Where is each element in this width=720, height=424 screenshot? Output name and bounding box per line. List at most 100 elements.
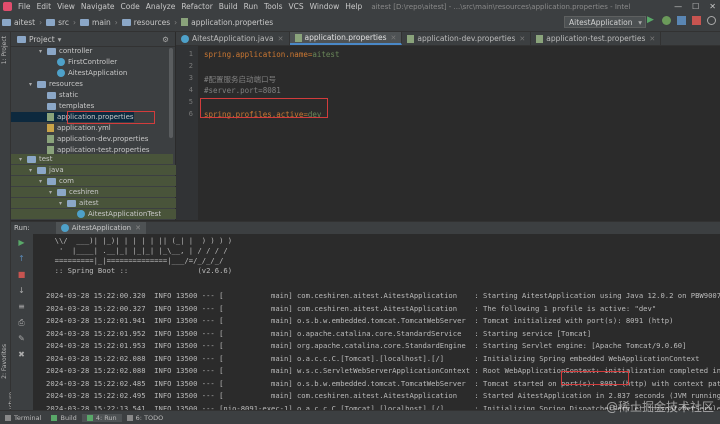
project-scrollbar[interactable] — [169, 48, 173, 138]
tree-item-label: application-test.properties — [57, 146, 150, 154]
chevron-down-icon[interactable]: ▾ — [19, 156, 27, 163]
pin-icon[interactable]: ✎ — [17, 334, 26, 343]
run-tab-bottom[interactable]: 4: Run — [81, 413, 122, 422]
tree-item[interactable]: templates — [11, 101, 94, 111]
editor-tab[interactable]: application.properties ✕ — [289, 32, 403, 45]
code-editor[interactable]: spring.application.name=aitest #配置服务启动端口号… — [198, 46, 710, 220]
todo-tab[interactable]: 6: TODO — [122, 414, 169, 422]
menu-help[interactable]: Help — [342, 2, 365, 11]
breadcrumb-item-resources[interactable]: resources — [134, 18, 170, 27]
chevron-down-icon[interactable]: ▾ — [39, 48, 47, 55]
favorites-tool-tab[interactable]: 2: Favorites — [1, 344, 8, 379]
tree-item[interactable]: application-dev.properties — [11, 134, 148, 144]
menu-file[interactable]: File — [15, 2, 34, 11]
close-icon[interactable]: ✕ — [391, 34, 397, 42]
menu-window[interactable]: Window — [307, 2, 343, 11]
coverage-icon[interactable] — [677, 16, 686, 25]
editor-tab[interactable]: AitestApplication.java ✕ — [176, 32, 290, 45]
tree-item-label: FirstController — [68, 58, 118, 66]
terminal-tab[interactable]: Terminal — [0, 414, 46, 422]
soft-wrap-icon[interactable]: ≡ — [17, 302, 26, 311]
run-toolbar: ▶ ↑ ■ ↓ ≡ ⎙ ✎ ✖ — [11, 234, 33, 410]
terminal-icon — [5, 414, 11, 421]
chevron-down-icon: ▾ — [638, 17, 642, 27]
run-tab[interactable]: AitestApplication ✕ — [55, 222, 146, 234]
run-configuration-select[interactable]: AitestApplication ▾ — [564, 16, 646, 28]
search-icon[interactable] — [707, 16, 716, 25]
chevron-down-icon[interactable]: ▾ — [39, 178, 47, 185]
tree-item[interactable]: ▾ ceshiren — [11, 187, 203, 197]
maximize-icon[interactable]: ☐ — [692, 2, 699, 11]
menu-vcs[interactable]: VCS — [285, 2, 306, 11]
project-tool-tab[interactable]: 1: Project — [1, 36, 8, 64]
breadcrumb-item-main[interactable]: main — [92, 18, 111, 27]
tree-item[interactable]: AitestApplication — [11, 68, 127, 78]
gear-icon[interactable]: ⚙ — [162, 35, 169, 44]
rerun-icon[interactable]: ▶ — [17, 238, 26, 247]
debug-icon[interactable] — [662, 16, 671, 25]
folder-icon — [121, 18, 131, 26]
line-number: 5 — [188, 98, 193, 106]
scroll-down-icon[interactable]: ↓ — [17, 286, 26, 295]
trash-icon[interactable]: ✖ — [17, 350, 26, 359]
editor-scrollbar[interactable] — [710, 46, 720, 220]
java-class-icon — [57, 69, 65, 77]
close-icon[interactable]: ✕ — [278, 35, 284, 43]
stop-icon[interactable] — [692, 16, 701, 25]
minimize-icon[interactable]: — — [674, 2, 682, 11]
menu-view[interactable]: View — [54, 2, 78, 11]
menu-analyze[interactable]: Analyze — [143, 2, 179, 11]
tree-item[interactable]: FirstController — [11, 57, 117, 67]
close-icon[interactable]: ✕ — [519, 35, 525, 43]
menu-code[interactable]: Code — [118, 2, 143, 11]
scroll-up-icon[interactable]: ↑ — [17, 254, 26, 263]
editor-tab[interactable]: application-dev.properties ✕ — [402, 32, 532, 45]
file-icon — [47, 135, 54, 143]
print-icon[interactable]: ⎙ — [17, 318, 26, 327]
menu-run[interactable]: Run — [241, 2, 261, 11]
tree-item-label: AitestApplication — [68, 69, 128, 77]
menu-refactor[interactable]: Refactor — [178, 2, 215, 11]
folder-icon — [80, 18, 90, 26]
breadcrumb-item-project[interactable]: aitest — [14, 18, 35, 27]
menu-build[interactable]: Build — [216, 2, 241, 11]
line-number: 1 — [188, 50, 193, 58]
menu-tools[interactable]: Tools — [261, 2, 285, 11]
tree-item[interactable]: static — [11, 90, 78, 100]
tree-item[interactable]: ▾ java — [11, 165, 183, 175]
chevron-down-icon: ▾ — [57, 34, 62, 44]
close-icon[interactable]: ✕ — [709, 2, 716, 11]
tree-item[interactable]: ▾ controller — [11, 46, 92, 56]
close-icon[interactable]: ✕ — [649, 35, 655, 43]
chevron-down-icon[interactable]: ▾ — [49, 189, 57, 196]
run-tab-label: AitestApplication — [71, 224, 132, 232]
close-icon[interactable]: ✕ — [135, 224, 141, 232]
console-log-line: 2024-03-28 15:22:01.941 INFO 13500 --- [… — [46, 316, 674, 325]
tree-item[interactable]: application.yml — [11, 123, 111, 133]
tree-item[interactable]: ▾ test — [11, 154, 173, 164]
chevron-down-icon[interactable]: ▾ — [59, 200, 67, 207]
editor-tab-label: application.properties — [304, 33, 387, 42]
tree-item-label: application-dev.properties — [57, 135, 149, 143]
chevron-down-icon[interactable]: ▾ — [29, 81, 37, 88]
run-icon[interactable]: ▶ — [647, 16, 656, 25]
project-panel-header: Project ▾ ⚙ — [11, 32, 175, 47]
folder-icon — [47, 91, 56, 99]
tree-item-label: application.yml — [57, 124, 111, 132]
build-tab[interactable]: Build — [46, 414, 81, 422]
project-panel-title[interactable]: Project — [29, 35, 55, 44]
run-icon — [86, 414, 93, 421]
stop-icon[interactable]: ■ — [17, 270, 26, 279]
tree-item[interactable]: ▾ com — [11, 176, 193, 186]
tree-item[interactable]: ▾ resources — [11, 79, 83, 89]
menu-navigate[interactable]: Navigate — [78, 2, 118, 11]
selected-file-highlight-box — [67, 111, 155, 124]
console-banner-line: :: Spring Boot :: (v2.6.6) — [46, 266, 233, 275]
editor-tab[interactable]: application-test.properties ✕ — [531, 32, 662, 45]
code-line: #配置服务启动端口号 — [204, 75, 277, 84]
breadcrumb-item-file[interactable]: application.properties — [191, 18, 273, 27]
console-log-line: 2024-03-28 15:22:01.953 INFO 13500 --- [… — [46, 341, 687, 350]
menu-edit[interactable]: Edit — [34, 2, 55, 11]
breadcrumb-item-src[interactable]: src — [58, 18, 69, 27]
chevron-down-icon[interactable]: ▾ — [29, 167, 37, 174]
